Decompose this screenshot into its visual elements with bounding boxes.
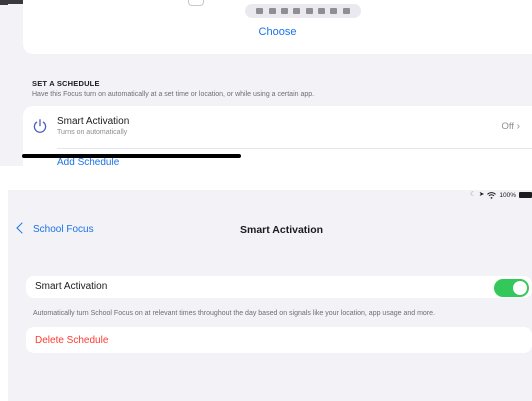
battery-icon (519, 192, 532, 198)
moon-icon: ☾ (470, 191, 476, 198)
delete-schedule-label: Delete Schedule (35, 335, 109, 346)
smart-activation-row-subtitle: Turns on automatically (57, 129, 128, 136)
schedule-section-title: SET A SCHEDULE (32, 79, 100, 88)
location-icon: ➤ (478, 191, 485, 198)
status-bar: ☾ ➤ 100% (470, 190, 532, 200)
page-dot (280, 8, 288, 14)
chevron-right-icon: › (516, 121, 520, 132)
smart-activation-label: Smart Activation (35, 281, 108, 292)
chevron-left-icon (16, 222, 28, 234)
battery-percent: 100% (499, 191, 516, 199)
smart-activation-toggle[interactable] (494, 279, 529, 297)
power-icon (33, 119, 47, 133)
focus-settings-screen: Choose SET A SCHEDULE Have this Focus tu… (0, 0, 532, 166)
page-dot (330, 8, 338, 14)
smart-activation-row-title[interactable]: Smart Activation (57, 116, 129, 127)
smart-activation-value: Off (501, 121, 515, 132)
page-dot (256, 8, 264, 14)
navigation-bar: School Focus Smart Activation (8, 219, 532, 243)
page-title: Smart Activation (240, 224, 324, 236)
page-dot (293, 8, 301, 14)
page-dot (268, 8, 276, 14)
smart-activation-card: Smart Activation (26, 276, 532, 298)
back-button-label: School Focus (33, 224, 94, 235)
smart-activation-description: Automatically turn School Focus on at re… (33, 310, 435, 317)
row-separator (57, 148, 532, 149)
page-dot (317, 8, 325, 14)
schedule-section-desc: Have this Focus turn on automatically at… (32, 91, 315, 98)
wifi-icon (487, 191, 497, 199)
faint-icon (188, 0, 204, 6)
choose-card: Choose (23, 0, 532, 54)
add-schedule-button[interactable]: Add Schedule (57, 157, 119, 166)
page-dot (305, 8, 313, 14)
delete-schedule-button[interactable]: Delete Schedule (26, 327, 532, 353)
smart-activation-screen: ☾ ➤ 100% School Focus Smart Activation S… (0, 190, 532, 401)
smart-activation-row-value[interactable]: Off › (502, 121, 520, 132)
page-dot (342, 8, 350, 14)
choose-button[interactable]: Choose (23, 26, 532, 38)
page-dots (245, 4, 361, 18)
toggle-knob (513, 281, 527, 295)
home-indicator (22, 154, 241, 158)
window-edge-tick (0, 4, 8, 5)
